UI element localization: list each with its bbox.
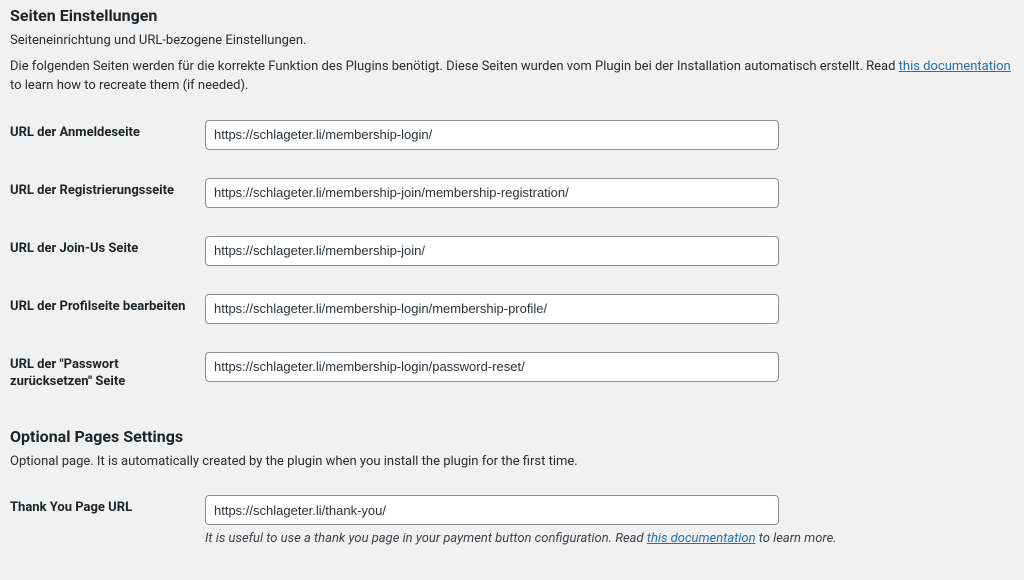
optional-pages-subtitle: Optional page. It is automatically creat… xyxy=(10,452,1014,472)
thank-you-documentation-link[interactable]: this documentation xyxy=(647,531,756,546)
join-us-page-url-label: URL der Join-Us Seite xyxy=(10,222,205,280)
thank-you-page-url-input[interactable] xyxy=(205,495,779,525)
page-settings-heading: Seiten Einstellungen xyxy=(10,6,1014,25)
optional-pages-heading: Optional Pages Settings xyxy=(10,427,1014,446)
documentation-link[interactable]: this documentation xyxy=(899,59,1011,74)
password-reset-page-url-label: URL der "Passwort zurücksetzen" Seite xyxy=(10,338,205,409)
profile-edit-page-url-input[interactable] xyxy=(205,294,779,324)
registration-page-url-input[interactable] xyxy=(205,178,779,208)
profile-edit-page-url-label: URL der Profilseite bearbeiten xyxy=(10,280,205,338)
thank-you-help-after: to learn more. xyxy=(756,531,837,546)
registration-page-url-label: URL der Registrierungsseite xyxy=(10,164,205,222)
thank-you-help-before: It is useful to use a thank you page in … xyxy=(205,531,647,546)
page-settings-subtitle: Seiteneinrichtung und URL-bezogene Einst… xyxy=(10,31,1014,51)
thank-you-help-text: It is useful to use a thank you page in … xyxy=(205,531,1014,546)
page-settings-intro: Die folgenden Seiten werden für die korr… xyxy=(10,57,1014,96)
thank-you-page-url-label: Thank You Page URL xyxy=(10,481,205,560)
join-us-page-url-input[interactable] xyxy=(205,236,779,266)
login-page-url-input[interactable] xyxy=(205,120,779,150)
password-reset-page-url-input[interactable] xyxy=(205,352,779,382)
intro-text-after: to learn how to recreate them (if needed… xyxy=(10,78,248,93)
intro-text-before: Die folgenden Seiten werden für die korr… xyxy=(10,59,899,74)
login-page-url-label: URL der Anmeldeseite xyxy=(10,106,205,164)
